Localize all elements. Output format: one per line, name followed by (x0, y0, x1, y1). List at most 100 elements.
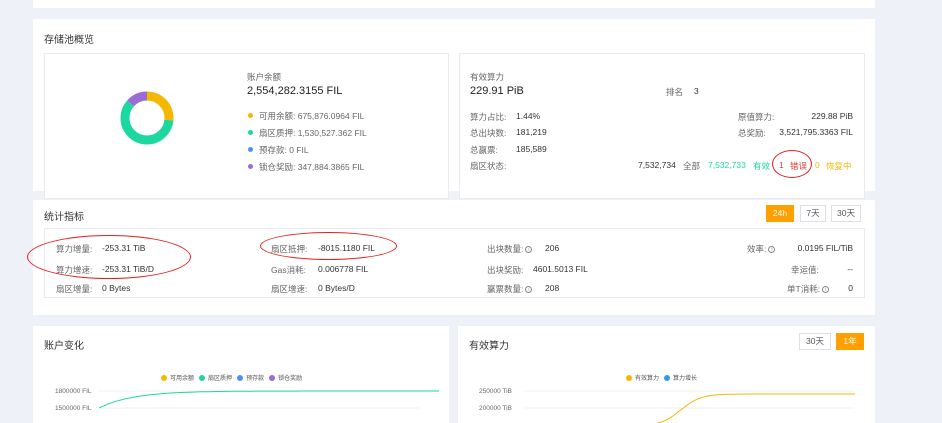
efficiency-label-text: 效率: (747, 244, 767, 254)
legend-deposit-label: 预存款 (246, 376, 265, 382)
y-tick-label: 1500000 FIL (55, 405, 92, 412)
legend-dot (664, 375, 671, 382)
sector-valid-label: 有效 (753, 161, 771, 171)
pool-overview-title: 存储池概览 (44, 35, 94, 46)
balance-panel: 账户余额 2,554,282.3155 FIL 可用余额: 675,876.09… (44, 53, 449, 199)
efficiency-label: 效率: i (747, 243, 776, 255)
legend-available: 可用余额: 675,876.0964 FIL (259, 111, 365, 121)
blocks-count-label: 出块数量: i (487, 243, 533, 255)
sector-valid-value: 7,532,733 (708, 160, 746, 170)
info-icon[interactable]: i (822, 286, 830, 294)
sector-total-label: 全部 (683, 161, 701, 171)
sector-increment-label: 扇区增量: (56, 284, 93, 294)
account-chart-card: 账户变化 可用余额 扇区质押 预存款 锁仓奖励 1800000 FIL 1500… (33, 326, 449, 423)
per-tib-cost-label-text: 单T消耗: (787, 284, 821, 294)
legend-effective-power-label: 有效算力 (635, 376, 660, 382)
pledge-series-line (99, 390, 439, 409)
luck-label: 幸运值: (791, 265, 819, 275)
power-chart-legend: 有效算力 算力增长 (626, 373, 697, 382)
block-reward-value: 4601.5013 FIL (533, 264, 588, 274)
raw-power-label: 原值算力: (738, 112, 775, 122)
legend-locked: 锁仓奖励: 347,884.3865 FIL (259, 162, 365, 172)
legend-dot (269, 375, 276, 382)
info-icon[interactable]: i (768, 246, 776, 254)
win-count-label-text: 赢票数量: (487, 284, 524, 294)
legend-dot-available (248, 113, 253, 118)
per-tib-cost-value: 0 (848, 283, 853, 293)
legend-pledge-label: 扇区质押 (208, 376, 233, 382)
sector-increment-value: 0 Bytes (102, 283, 131, 293)
pool-overview-card: 存储池概览 账户余额 2,554,282.3155 FIL 可用余额: 675,… (33, 19, 875, 199)
legend-dot (199, 375, 206, 382)
y-tick-label: 250000 TiB (479, 388, 512, 395)
power-chart-title: 有效算力 (469, 341, 509, 352)
power-chart-plot (524, 390, 855, 423)
balance-label: 账户余额 (247, 72, 282, 82)
tab-30d[interactable]: 30天 (831, 205, 861, 222)
power-panel: 有效算力 229.91 PiB 排名 3 算力占比: 1.44% 原值算力: 2… (459, 53, 865, 199)
legend-pledge: 扇区质押: 1,530,527.362 FIL (259, 128, 367, 138)
block-reward-label: 出块奖励: (487, 265, 524, 275)
tickets-label: 总赢票: (470, 145, 498, 155)
blocks-count-value: 206 (545, 243, 560, 253)
tickets-value: 185,589 (516, 144, 547, 154)
luck-value: -- (847, 264, 853, 274)
legend-dot (626, 375, 632, 382)
stats-panel: 算力增量: -253.31 TiB 算力增速: -253.31 TiB/D 扇区… (27, 228, 865, 298)
sector-speed-label: 扇区增速: (271, 284, 308, 294)
sector-recover-label: 恢复中 (826, 161, 852, 171)
legend-deposit: 预存款: 0 FIL (259, 145, 309, 155)
raw-power-value: 229.88 PiB (811, 111, 853, 121)
legend-dot-pledge (248, 130, 253, 135)
balance-value: 2,554,282.3155 FIL (247, 85, 343, 97)
balance-donut-chart (120, 91, 174, 145)
annotation-circle-pledge (260, 232, 397, 260)
gas-label: Gas消耗: (271, 265, 306, 275)
stats-title: 统计指标 (44, 212, 84, 223)
legend-dot-deposit (248, 147, 253, 152)
power-value: 229.91 PiB (470, 85, 524, 97)
info-icon[interactable]: i (525, 246, 533, 254)
per-tib-cost-label: 单T消耗: i (787, 283, 830, 295)
y-tick-label: 200000 TiB (479, 405, 512, 412)
blocks-count-label-text: 出块数量: (487, 244, 524, 254)
tab-30d-chart[interactable]: 30天 (799, 333, 831, 350)
account-chart-legend: 可用余额 扇区质押 预存款 锁仓奖励 (161, 373, 302, 382)
sector-total-value: 7,532,734 (638, 160, 676, 170)
ratio-label: 算力占比: (470, 112, 507, 122)
sector-speed-value: 0 Bytes/D (318, 283, 355, 293)
account-chart-plot (99, 390, 439, 409)
win-count-label: 赢票数量: i (487, 283, 533, 295)
legend-dot-locked (248, 164, 253, 169)
sector-recover-value: 0 (815, 160, 820, 170)
win-count-value: 208 (545, 283, 560, 293)
legend-dot (161, 375, 167, 382)
account-chart-title: 账户变化 (44, 341, 84, 352)
y-tick-label: 1800000 FIL (55, 388, 92, 395)
reward-value: 3,521,795.3363 FIL (779, 127, 853, 137)
stats-card: 统计指标 24h 7天 30天 算力增量: -253.31 TiB 算力增速: … (27, 200, 875, 315)
top-card (33, 0, 875, 8)
sector-status-label: 扇区状态: (470, 161, 507, 171)
legend-available-label: 可用余额 (170, 376, 195, 382)
power-chart-card: 有效算力 30天 1年 有效算力 算力增长 250000 TiB 200000 … (458, 326, 875, 423)
legend-locked-label: 锁仓奖励 (278, 376, 303, 382)
annotation-circle-error (772, 150, 812, 178)
gas-value: 0.006778 FIL (318, 264, 369, 274)
efficiency-value: 0.0195 FIL/TiB (797, 243, 853, 253)
annotation-circle-power (27, 235, 191, 279)
legend-power-growth-label: 算力增长 (673, 376, 698, 382)
rank-value: 3 (694, 86, 699, 96)
tab-1y-chart[interactable]: 1年 (836, 333, 864, 350)
tab-24h[interactable]: 24h (766, 205, 794, 222)
blocks-value: 181,219 (516, 127, 547, 137)
info-icon[interactable]: i (525, 286, 533, 294)
power-label: 有效算力 (470, 72, 505, 82)
rank-label: 排名 (666, 87, 684, 97)
blocks-label: 总出块数: (470, 128, 507, 138)
ratio-value: 1.44% (516, 111, 541, 121)
tab-7d[interactable]: 7天 (800, 205, 826, 222)
legend-dot (237, 375, 244, 382)
reward-label: 总奖励: (738, 128, 766, 138)
effective-power-series-line (655, 393, 855, 423)
